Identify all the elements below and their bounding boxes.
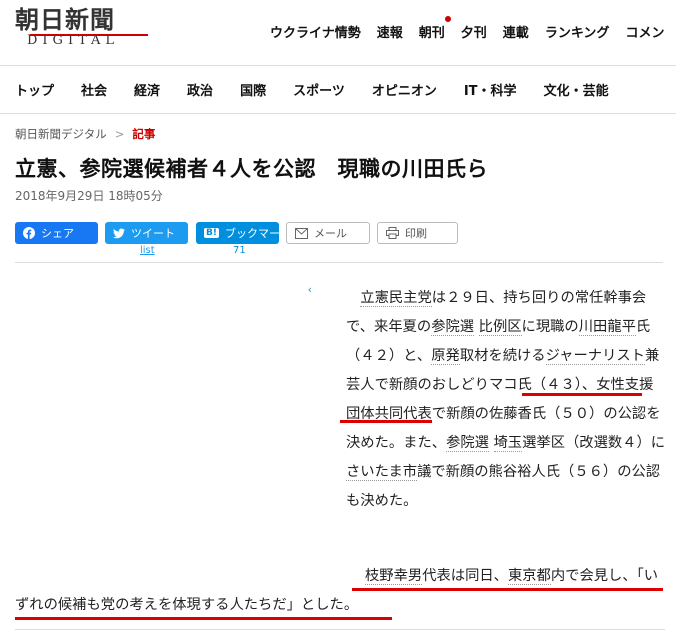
article-title: 立憲、参院選候補者４人を公認 現職の川田氏ら xyxy=(15,157,488,181)
top-nav-ukraine[interactable]: ウクライナ情勢 xyxy=(270,22,361,41)
cat-opinion[interactable]: オピニオン xyxy=(372,80,437,99)
term-link[interactable]: 東京都 xyxy=(507,568,551,585)
annotation-underline xyxy=(15,617,392,620)
header-divider xyxy=(15,262,663,263)
hatena-icon: B! xyxy=(204,228,219,238)
cat-sports[interactable]: スポーツ xyxy=(293,80,345,99)
logo-text-jp: 朝日新聞 xyxy=(15,5,115,34)
body-text: に現職の xyxy=(521,319,579,335)
term-link[interactable]: 原発 xyxy=(431,348,460,365)
annotation-underline xyxy=(522,393,642,396)
category-nav: トップ 社会 経済 政治 国際 スポーツ オピニオン IT・科学 文化・芸能 xyxy=(0,66,676,114)
top-nav-morning-label: 朝刊 xyxy=(418,26,445,41)
body-text: 代表は同日、 xyxy=(422,568,508,584)
article-date: 2018年9月29日 18時05分 xyxy=(15,189,163,203)
body-text: 選挙区（改選数４）に xyxy=(522,435,665,451)
breadcrumb-current[interactable]: 記事 xyxy=(132,127,155,141)
breadcrumb-separator: > xyxy=(114,127,125,141)
annotation-underline xyxy=(352,588,663,591)
site-logo[interactable]: 朝日新聞 DIGITAL xyxy=(15,6,155,56)
top-nav-comment[interactable]: コメン xyxy=(625,22,664,41)
print-label: 印刷 xyxy=(405,227,427,240)
twitter-count-link[interactable]: list xyxy=(140,245,155,256)
top-nav-series[interactable]: 連載 xyxy=(503,22,529,41)
term-link[interactable]: 立憲民主党 xyxy=(360,290,432,307)
logo-underline xyxy=(30,34,148,36)
twitter-share-button[interactable]: ツイート xyxy=(105,222,188,244)
body-text: 取材を続ける xyxy=(459,348,546,364)
hatena-bookmark-count[interactable]: 71 xyxy=(233,245,246,256)
article-body: 立憲民主党は２９日、持ち回りの常任幹事会で、来年夏の参院選 比例区に現職の川田龍… xyxy=(346,284,666,516)
cat-society[interactable]: 社会 xyxy=(81,80,107,99)
ad-slot: ‹ xyxy=(15,275,315,490)
facebook-icon xyxy=(23,227,35,239)
cat-economy[interactable]: 経済 xyxy=(134,80,160,99)
article-paragraph-1: 立憲民主党は２９日、持ち回りの常任幹事会で、来年夏の参院選 比例区に現職の川田龍… xyxy=(346,284,666,516)
new-indicator-dot xyxy=(444,16,451,22)
hatena-bookmark-label: ブックマーク xyxy=(224,227,291,240)
hatena-bookmark-button[interactable]: B! ブックマーク xyxy=(196,222,291,244)
cat-top[interactable]: トップ xyxy=(15,80,54,99)
breadcrumb: 朝日新聞デジタル > 記事 xyxy=(15,126,155,142)
mail-share-button[interactable]: メール xyxy=(286,222,370,244)
twitter-share-label: ツイート xyxy=(131,227,175,240)
cat-international[interactable]: 国際 xyxy=(240,80,266,99)
term-link[interactable]: ジャーナリスト xyxy=(545,348,645,365)
top-nav-breaking[interactable]: 速報 xyxy=(377,22,403,41)
printer-icon xyxy=(386,227,399,239)
logo-text-en: DIGITAL xyxy=(27,33,120,48)
ad-choices-icon[interactable]: ‹ xyxy=(308,283,312,296)
term-link[interactable]: さいたま市 xyxy=(346,464,418,481)
term-link[interactable]: 埼玉 xyxy=(493,435,523,452)
cat-culture[interactable]: 文化・芸能 xyxy=(544,80,609,99)
facebook-share-button[interactable]: シェア xyxy=(15,222,98,244)
print-button[interactable]: 印刷 xyxy=(377,222,458,244)
envelope-icon xyxy=(295,227,308,239)
term-link[interactable]: 比例区 xyxy=(478,319,522,336)
mail-share-label: メール xyxy=(314,227,347,240)
top-nav: ウクライナ情勢 速報 朝刊 夕刊 連載 ランキング コメン xyxy=(270,16,664,41)
term-link[interactable]: 枝野幸男 xyxy=(365,568,423,585)
facebook-share-label: シェア xyxy=(41,227,74,240)
cat-politics[interactable]: 政治 xyxy=(187,80,213,99)
twitter-bird-icon xyxy=(113,228,125,238)
term-link[interactable]: 参院選 xyxy=(431,319,475,336)
top-nav-evening[interactable]: 夕刊 xyxy=(461,22,487,41)
cat-it-science[interactable]: IT・科学 xyxy=(464,80,517,99)
top-nav-morning[interactable]: 朝刊 xyxy=(418,16,451,41)
site-header: 朝日新聞 DIGITAL ウクライナ情勢 速報 朝刊 夕刊 連載 ランキング コ… xyxy=(0,0,676,66)
footer-divider xyxy=(15,629,665,630)
breadcrumb-home[interactable]: 朝日新聞デジタル xyxy=(15,127,107,141)
term-link[interactable]: 川田龍平 xyxy=(578,319,636,336)
term-link[interactable]: 参院選 xyxy=(446,435,489,452)
annotation-underline xyxy=(340,420,432,423)
article-paragraph-2: 枝野幸男代表は同日、東京都内で会見し、「いずれの候補も党の考えを体現する人たちだ… xyxy=(15,562,665,620)
top-nav-ranking[interactable]: ランキング xyxy=(545,22,610,41)
